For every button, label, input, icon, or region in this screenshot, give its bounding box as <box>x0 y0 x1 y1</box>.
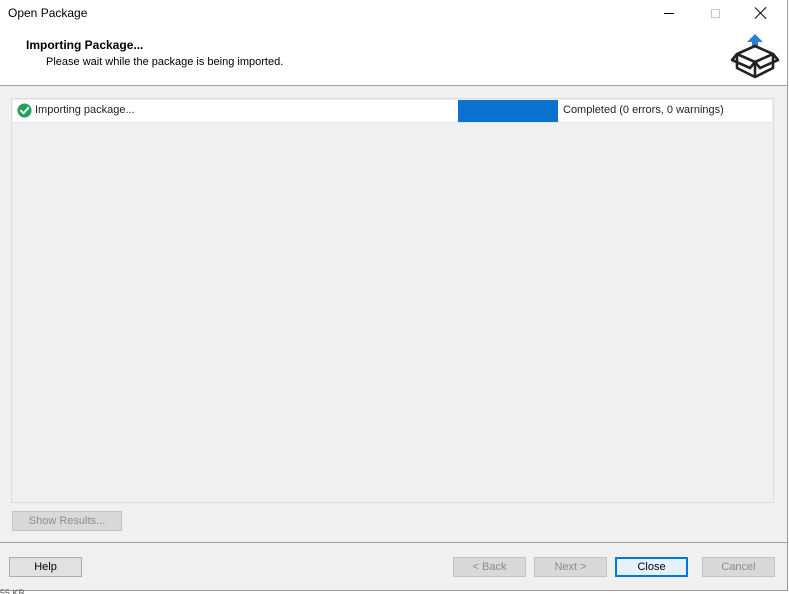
log-row-progress-bar <box>458 100 558 122</box>
open-package-dialog: Open Package Importing Package... Please… <box>0 0 788 591</box>
footer-divider <box>0 542 787 543</box>
close-icon <box>754 6 768 20</box>
back-button[interactable]: < Back <box>453 557 526 577</box>
next-button[interactable]: Next > <box>534 557 607 577</box>
help-button[interactable]: Help <box>9 557 82 577</box>
header-subtitle: Please wait while the package is being i… <box>46 56 284 68</box>
log-row-label: Importing package... <box>35 104 135 116</box>
minimize-button[interactable] <box>646 0 692 26</box>
package-upload-icon <box>730 34 780 79</box>
log-row: Importing package... Completed (0 errors… <box>13 100 772 123</box>
cancel-button[interactable]: Cancel <box>702 557 775 577</box>
wizard-header: Importing Package... Please wait while t… <box>0 26 787 86</box>
log-row-status: Completed (0 errors, 0 warnings) <box>563 104 724 116</box>
maximize-button <box>692 0 738 26</box>
progress-log-list: Importing package... Completed (0 errors… <box>11 98 774 503</box>
close-window-button[interactable] <box>738 0 784 26</box>
progress-bar-fill <box>458 100 558 122</box>
close-button[interactable]: Close <box>615 557 688 577</box>
title-bar: Open Package <box>0 0 787 26</box>
header-title: Importing Package... <box>26 38 144 52</box>
minimize-icon <box>664 12 674 14</box>
show-results-button[interactable]: Show Results... <box>12 511 122 531</box>
window-title: Open Package <box>8 6 88 20</box>
background-file-size-text: 55 KB <box>0 589 25 594</box>
maximize-icon <box>710 8 720 18</box>
check-circle-icon <box>17 103 32 118</box>
